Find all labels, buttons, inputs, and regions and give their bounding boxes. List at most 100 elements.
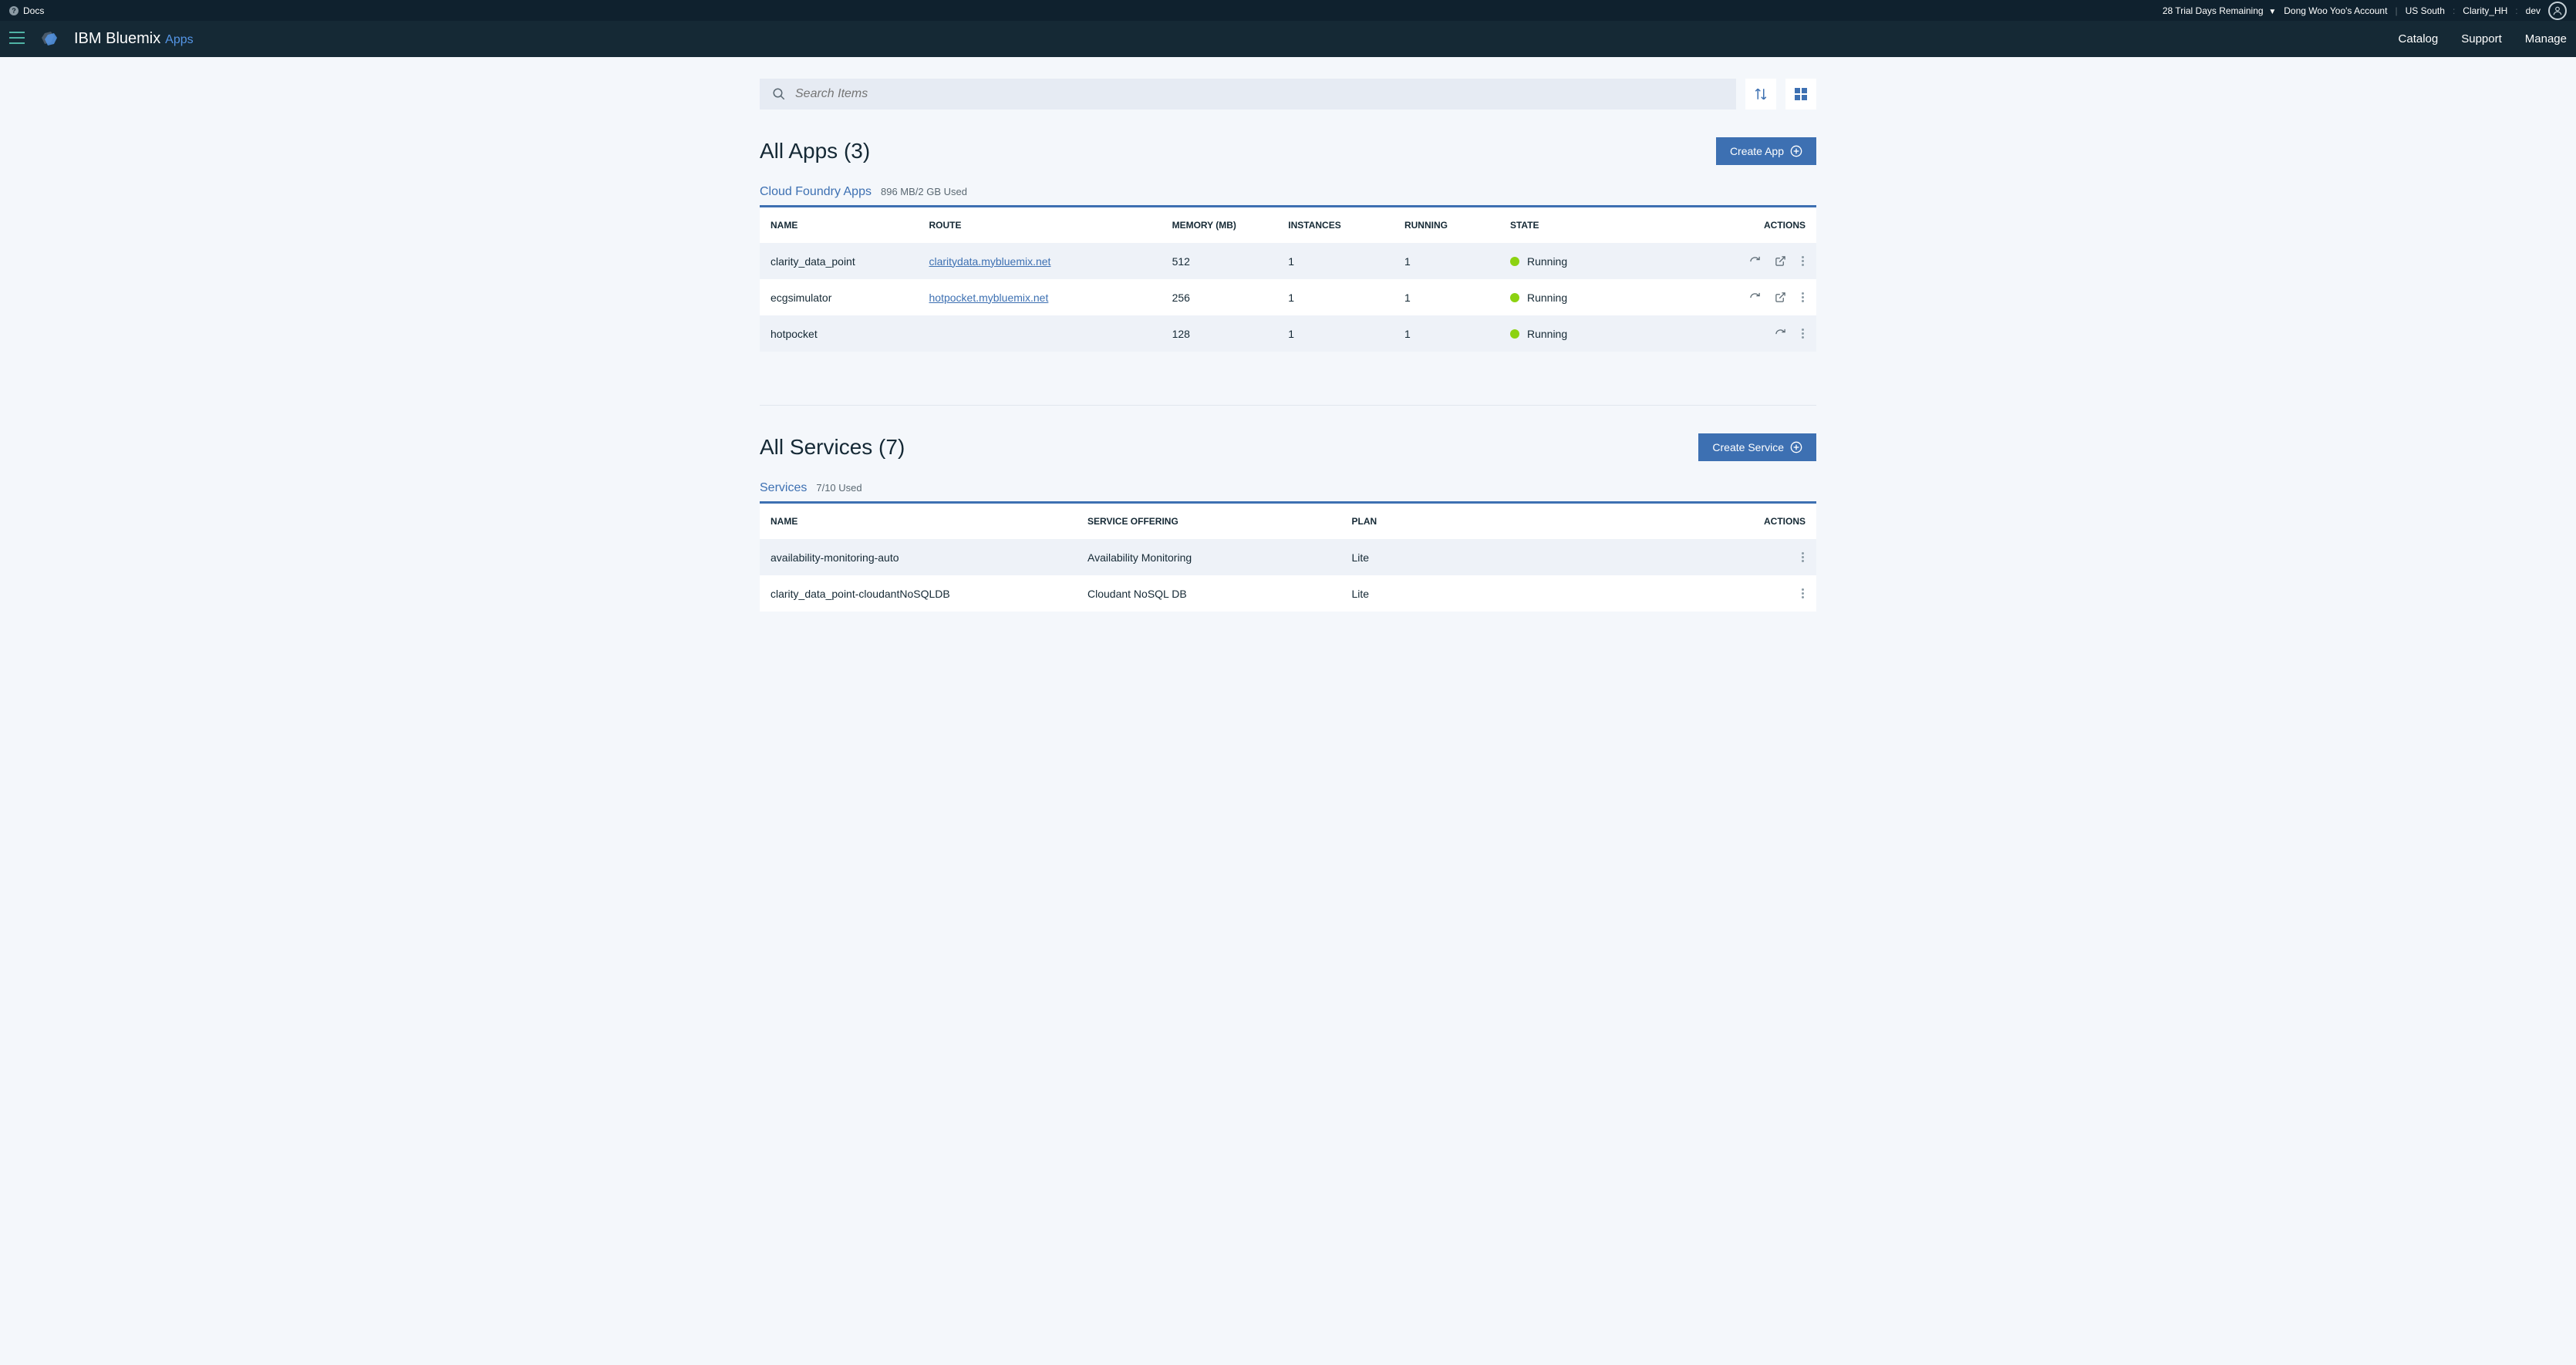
search-row xyxy=(760,79,1816,110)
status-dot-icon xyxy=(1510,293,1519,302)
cell-memory: 256 xyxy=(1162,279,1278,315)
sort-icon xyxy=(1754,87,1768,101)
grid-view-button[interactable] xyxy=(1785,79,1816,110)
col-offering: SERVICE OFFERING xyxy=(1077,504,1341,539)
open-url-icon[interactable] xyxy=(1775,255,1786,267)
cell-state: Running xyxy=(1499,315,1679,352)
header-nav: Catalog Support Manage xyxy=(2399,32,2567,46)
sort-button[interactable] xyxy=(1745,79,1776,110)
cell-state: Running xyxy=(1499,243,1679,279)
topbar-left: ? Docs xyxy=(9,5,44,16)
apps-table-header: NAME ROUTE MEMORY (MB) INSTANCES RUNNING… xyxy=(760,207,1816,243)
col-actions: ACTIONS xyxy=(1711,504,1816,539)
overflow-menu[interactable] xyxy=(1800,253,1806,269)
divider: | xyxy=(2395,5,2397,16)
cell-instances: 1 xyxy=(1277,243,1394,279)
cell-running: 1 xyxy=(1394,279,1499,315)
cell-actions xyxy=(1711,539,1816,575)
col-memory: MEMORY (MB) xyxy=(1162,207,1278,243)
cell-name: availability-monitoring-auto xyxy=(760,539,1077,575)
cell-offering: Cloudant NoSQL DB xyxy=(1077,575,1341,612)
table-row[interactable]: availability-monitoring-autoAvailability… xyxy=(760,539,1816,575)
overflow-menu[interactable] xyxy=(1800,585,1806,602)
search-box[interactable] xyxy=(760,79,1736,110)
cell-actions xyxy=(1711,575,1816,612)
open-url-icon[interactable] xyxy=(1775,292,1786,303)
header-left: IBM Bluemix Apps xyxy=(9,30,194,49)
col-name: NAME xyxy=(760,504,1077,539)
nav-manage[interactable]: Manage xyxy=(2525,32,2567,46)
hamburger-icon[interactable] xyxy=(9,32,25,46)
services-section-head: All Services (7) Create Service xyxy=(760,433,1816,461)
search-input[interactable] xyxy=(795,87,1724,101)
search-icon xyxy=(772,87,786,101)
apps-subtab[interactable]: Cloud Foundry Apps 896 MB/2 GB Used xyxy=(760,185,1816,207)
cell-name: clarity_data_point-cloudantNoSQLDB xyxy=(760,575,1077,612)
create-service-button[interactable]: Create Service xyxy=(1698,433,1816,461)
status-dot-icon xyxy=(1510,257,1519,266)
docs-link[interactable]: Docs xyxy=(23,5,44,16)
cell-actions xyxy=(1679,279,1816,315)
brand-title: IBM Bluemix Apps xyxy=(74,30,194,48)
table-row[interactable]: ecgsimulatorhotpocket.mybluemix.net25611… xyxy=(760,279,1816,315)
subtab-label: Cloud Foundry Apps xyxy=(760,185,872,199)
services-table-header: NAME SERVICE OFFERING PLAN ACTIONS xyxy=(760,504,1816,539)
cell-memory: 128 xyxy=(1162,315,1278,352)
main-content: All Apps (3) Create App Cloud Foundry Ap… xyxy=(760,57,1816,642)
divider: : xyxy=(2515,5,2517,16)
avatar-icon[interactable] xyxy=(2548,2,2567,20)
cell-name: clarity_data_point xyxy=(760,243,919,279)
cell-running: 1 xyxy=(1394,243,1499,279)
services-table: NAME SERVICE OFFERING PLAN ACTIONS avail… xyxy=(760,504,1816,612)
apps-section-head: All Apps (3) Create App xyxy=(760,137,1816,165)
col-state: STATE xyxy=(1499,207,1679,243)
status-dot-icon xyxy=(1510,329,1519,339)
nav-support[interactable]: Support xyxy=(2461,32,2502,46)
cell-instances: 1 xyxy=(1277,279,1394,315)
cell-route: hotpocket.mybluemix.net xyxy=(919,279,1162,315)
grid-icon xyxy=(1795,88,1807,100)
cell-instances: 1 xyxy=(1277,315,1394,352)
cell-memory: 512 xyxy=(1162,243,1278,279)
route-link[interactable]: hotpocket.mybluemix.net xyxy=(929,292,1049,304)
space-selector[interactable]: dev xyxy=(2526,5,2541,16)
overflow-menu[interactable] xyxy=(1800,325,1806,342)
cell-actions xyxy=(1679,315,1816,352)
topbar-right: 28 Trial Days Remaining ▼ Dong Woo Yoo's… xyxy=(2163,2,2567,20)
cell-plan: Lite xyxy=(1341,539,1711,575)
subtab-usage: 896 MB/2 GB Used xyxy=(881,186,967,197)
table-row[interactable]: clarity_data_point-cloudantNoSQLDBClouda… xyxy=(760,575,1816,612)
table-row[interactable]: hotpocket12811Running xyxy=(760,315,1816,352)
topbar: ? Docs 28 Trial Days Remaining ▼ Dong Wo… xyxy=(0,0,2576,21)
org-selector[interactable]: Clarity_HH xyxy=(2463,5,2507,16)
cell-running: 1 xyxy=(1394,315,1499,352)
account-name[interactable]: Dong Woo Yoo's Account xyxy=(2284,5,2387,16)
table-row[interactable]: clarity_data_point claritydata.mybluemix.… xyxy=(760,243,1816,279)
caret-down-icon: ▼ xyxy=(2267,8,2277,16)
cell-route: claritydata.mybluemix.net xyxy=(919,243,1162,279)
trial-days[interactable]: 28 Trial Days Remaining ▼ xyxy=(2163,5,2276,16)
col-route: ROUTE xyxy=(919,207,1162,243)
plus-circle-icon xyxy=(1790,145,1802,157)
restart-icon[interactable] xyxy=(1749,292,1761,303)
region-selector[interactable]: US South xyxy=(2406,5,2445,16)
subtab-label: Services xyxy=(760,481,807,495)
apps-table: NAME ROUTE MEMORY (MB) INSTANCES RUNNING… xyxy=(760,207,1816,352)
create-app-button[interactable]: Create App xyxy=(1716,137,1816,165)
nav-catalog[interactable]: Catalog xyxy=(2399,32,2439,46)
overflow-menu[interactable] xyxy=(1800,549,1806,565)
restart-icon[interactable] xyxy=(1749,255,1761,267)
cell-state: Running xyxy=(1499,279,1679,315)
services-subtab[interactable]: Services 7/10 Used xyxy=(760,481,1816,504)
cell-route xyxy=(919,315,1162,352)
cell-name: ecgsimulator xyxy=(760,279,919,315)
services-title: All Services (7) xyxy=(760,435,905,460)
section-divider xyxy=(760,352,1816,406)
overflow-menu[interactable] xyxy=(1800,289,1806,305)
docs-icon: ? xyxy=(9,6,19,15)
route-link[interactable]: claritydata.mybluemix.net xyxy=(929,255,1051,268)
subtab-usage: 7/10 Used xyxy=(816,482,861,494)
cell-plan: Lite xyxy=(1341,575,1711,612)
restart-icon[interactable] xyxy=(1775,328,1786,339)
breadcrumb[interactable]: Apps xyxy=(165,33,193,46)
